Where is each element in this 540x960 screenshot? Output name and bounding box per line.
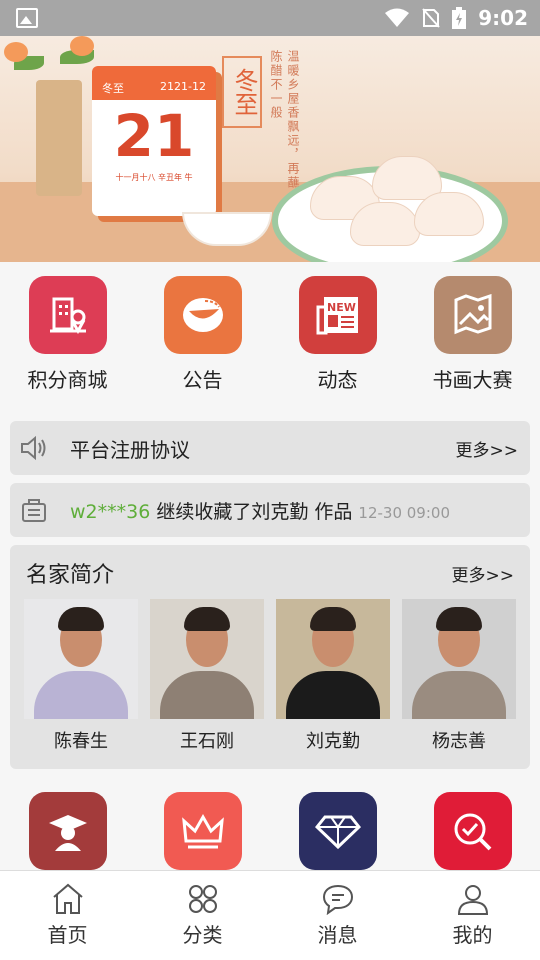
- calendar-lunar: 十一月十八 辛丑年 牛: [115, 173, 193, 182]
- notice-more-link[interactable]: 更多>>: [456, 436, 519, 461]
- banner-flower: [70, 36, 94, 56]
- shortcut-label: 积分商城: [27, 368, 108, 392]
- tab-messages[interactable]: 消息: [270, 871, 405, 960]
- shortcut-label: 动态: [317, 368, 358, 392]
- tab-mine[interactable]: 我的: [405, 871, 540, 960]
- shortcut-label: 书画大赛: [432, 368, 513, 392]
- activity-text: w2***36 继续收藏了刘克勤 作品 12-30 09:00: [70, 497, 450, 524]
- calendar-illustration: 冬至 2121-12 21 十一月十八 辛丑年 牛: [92, 66, 216, 216]
- battery-charging-icon: [452, 7, 467, 29]
- crown-icon: [163, 792, 242, 870]
- shortcut-grid: 积分商城 公告 NEW 动态 书画大赛: [0, 276, 540, 393]
- dumpling: [414, 192, 484, 236]
- gallery-notification-icon: [16, 8, 38, 28]
- speaker-icon: [10, 435, 58, 461]
- artist-card[interactable]: 杨志善: [402, 599, 516, 753]
- banner-poem: 温暖乡屋香飘远，再蘸陈醋不一般: [269, 50, 300, 190]
- home-icon: [52, 883, 83, 914]
- building-location-icon: [28, 276, 107, 354]
- news-icon: NEW: [298, 276, 377, 354]
- artist-name: 刘克勤: [306, 731, 360, 752]
- shortcut-search-check[interactable]: [405, 792, 540, 870]
- banner-title: 冬至: [222, 56, 262, 128]
- status-time: 9:02: [478, 6, 528, 30]
- message-icon: [322, 884, 353, 915]
- artist-name: 陈春生: [54, 731, 108, 752]
- shortcut-news[interactable]: NEW 动态: [270, 276, 405, 393]
- shortcut-painting-contest[interactable]: 书画大赛: [405, 276, 540, 393]
- category-icon: [188, 885, 217, 913]
- calendar-term: 冬至: [102, 82, 124, 95]
- tab-category[interactable]: 分类: [135, 871, 270, 960]
- calendar-date: 2121-12: [160, 80, 206, 93]
- svg-text:NEW: NEW: [327, 301, 356, 314]
- user-icon: [457, 885, 488, 915]
- tab-label: 分类: [182, 923, 223, 947]
- section-title: 名家简介: [26, 563, 115, 588]
- shortcut-announcement[interactable]: 公告: [135, 276, 270, 393]
- wifi-icon: [385, 8, 410, 27]
- search-check-icon: [433, 792, 512, 870]
- winter-solstice-banner[interactable]: 冬至 2121-12 21 十一月十八 辛丑年 牛 冬至 温暖乡屋香飘远，再蘸陈…: [0, 36, 540, 262]
- tab-label: 消息: [317, 923, 358, 947]
- shortcut-diamond[interactable]: [270, 792, 405, 870]
- shortcut-points-mall[interactable]: 积分商城: [0, 276, 135, 393]
- tab-label: 首页: [47, 923, 88, 947]
- status-bar: 9:02: [0, 0, 540, 36]
- shortcut-crown[interactable]: [135, 792, 270, 870]
- artist-name: 杨志善: [432, 731, 486, 752]
- notice-bar[interactable]: 平台注册协议 更多>>: [10, 421, 530, 475]
- calendar-day: 21: [113, 102, 195, 170]
- banner-flower: [4, 42, 28, 62]
- artist-photo: [402, 599, 516, 719]
- artist-photo: [24, 599, 138, 719]
- shortcut-label: 公告: [182, 368, 223, 392]
- shortcut-grid-2: [0, 792, 540, 870]
- banner-vase: [36, 80, 82, 196]
- diamond-icon: [298, 792, 377, 870]
- activity-bar[interactable]: w2***36 继续收藏了刘克勤 作品 12-30 09:00: [10, 483, 530, 537]
- famous-more-link[interactable]: 更多>>: [452, 561, 515, 586]
- no-sim-icon: [422, 8, 440, 28]
- activity-user: w2***36: [70, 500, 151, 523]
- artist-name: 王石刚: [180, 731, 234, 752]
- dumpling: [350, 202, 420, 246]
- artist-card[interactable]: 陈春生: [24, 599, 138, 753]
- shortcut-graduate[interactable]: [0, 792, 135, 870]
- artist-photo: [276, 599, 390, 719]
- bottom-tab-bar: 首页 分类 消息 我的: [0, 870, 540, 960]
- famous-artists-section: 名家简介 更多>> 陈春生 王石刚 刘克勤 杨志善: [10, 545, 530, 769]
- painting-scroll-icon: [433, 276, 512, 354]
- artist-card[interactable]: 王石刚: [150, 599, 264, 753]
- activity-message: 继续收藏了刘克勤 作品: [150, 500, 353, 523]
- activity-time: 12-30 09:00: [358, 503, 450, 522]
- notice-text[interactable]: 平台注册协议: [70, 434, 190, 463]
- activity-icon: [10, 497, 58, 523]
- graduate-icon: [28, 792, 107, 870]
- tab-label: 我的: [452, 923, 493, 947]
- artist-photo: [150, 599, 264, 719]
- tab-home[interactable]: 首页: [0, 871, 135, 960]
- announcement-icon: [163, 276, 242, 354]
- dumpling: [372, 156, 442, 200]
- artist-card[interactable]: 刘克勤: [276, 599, 390, 753]
